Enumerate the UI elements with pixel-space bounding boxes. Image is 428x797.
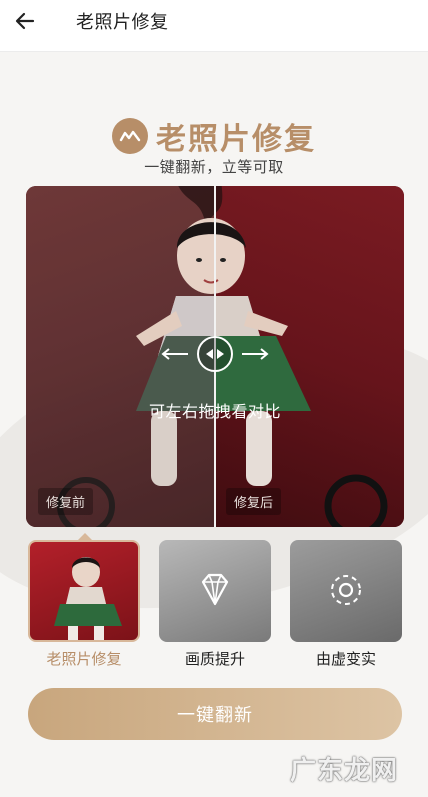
arrow-left-icon [15,12,35,30]
drag-hint: 可左右拖拽看对比 [148,402,281,421]
before-after-compare[interactable]: 可左右拖拽看对比 修复前 修复后 [26,186,404,527]
feature-label-deblur: 由虚变实 [315,650,376,668]
focus-icon [331,575,361,605]
arrow-left-hint-icon [161,348,188,360]
page-title: 老照片修复 [76,12,169,33]
feature-card-quality-boost[interactable] [159,540,271,642]
arrow-right-hint-icon [242,348,269,360]
brand-logo-icon [112,118,148,154]
feature-card-old-photo[interactable] [28,540,140,642]
selected-pointer [78,533,92,540]
back-button[interactable] [10,6,40,36]
after-label: 修复后 [226,488,282,515]
feature-card-deblur[interactable] [290,540,402,642]
brand: 老照片修复 [0,114,428,158]
one-click-restore-button[interactable]: 一键翻新 [28,688,402,740]
feature-label-quality-boost: 画质提升 [184,650,245,668]
app-header: 老照片修复 [0,0,428,52]
feature-label-old-photo: 老照片修复 [46,650,122,668]
before-label: 修复前 [38,488,94,515]
brand-title: 老照片修复 [156,122,316,157]
brand-subtitle: 一键翻新，立等可取 [144,158,284,176]
drag-handle-icon[interactable] [197,336,233,372]
watermark: 广东龙网 [290,756,399,786]
photo-thumbnail [54,557,122,640]
diamond-icon [201,573,229,606]
